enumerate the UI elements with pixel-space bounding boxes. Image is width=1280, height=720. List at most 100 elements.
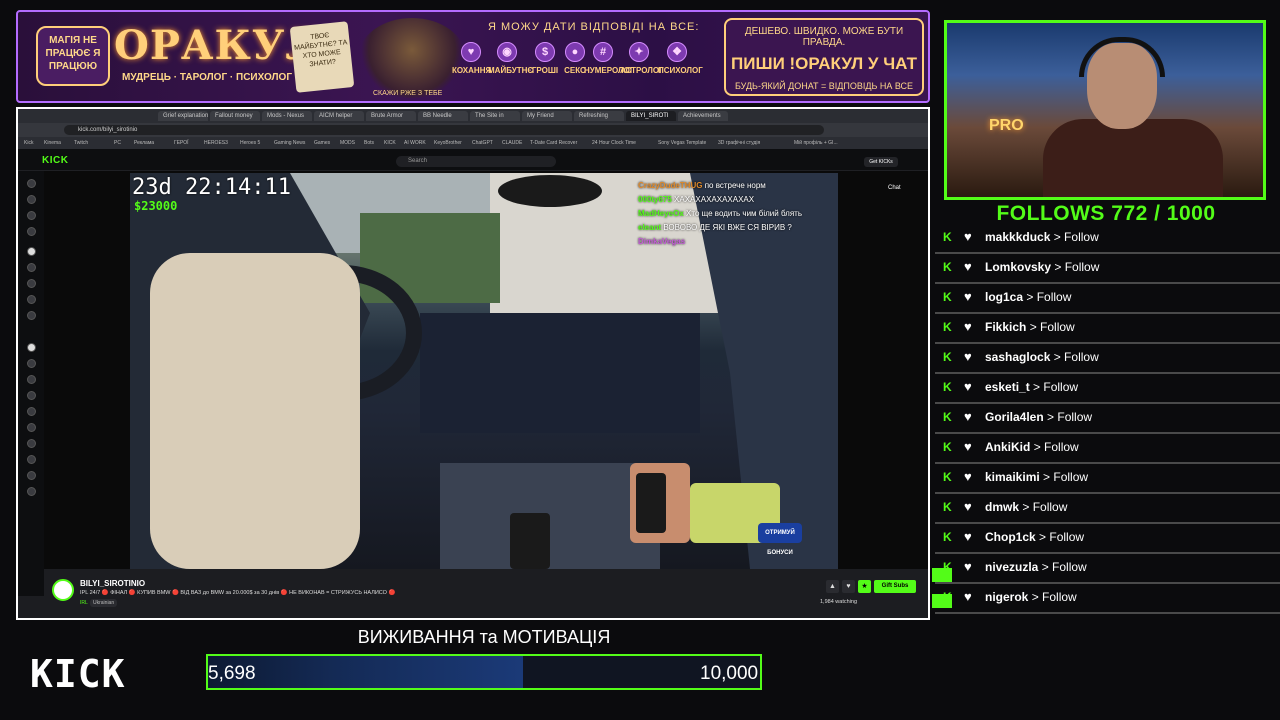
follow-alert-row: K ♥ log1ca > Follow	[935, 284, 1280, 314]
follow-alert-row: K ♥ nivezuzla > Follow	[935, 554, 1280, 584]
video-chat-line: MadHeyeOx Хто ще водить чим білий блять	[638, 209, 803, 218]
follow-heart-icon[interactable]: ♥	[842, 580, 855, 593]
wizard-caption: СКАЖИ РЖЕ З ТЕБЕ	[373, 90, 443, 97]
bookmark[interactable]: KeyoBrother	[434, 139, 462, 147]
sidebar-channel-avatar[interactable]	[27, 263, 36, 272]
bookmark[interactable]: MODS	[340, 139, 355, 147]
brain-icon: ❖	[667, 42, 687, 62]
bookmark[interactable]: AI WORK	[404, 139, 426, 147]
bookmark[interactable]: Реклама	[134, 139, 154, 147]
star-icon: ✦	[629, 42, 649, 62]
kick-icon: K	[943, 350, 952, 364]
sidebar-item[interactable]	[27, 227, 36, 236]
bookmark[interactable]: 24 Hour Clock Time	[592, 139, 636, 147]
heart-icon: ♥	[964, 259, 972, 274]
video-frame	[130, 173, 838, 569]
heart-icon: ♥	[964, 559, 972, 574]
browser-tab[interactable]: BB Needle	[418, 111, 468, 121]
browser-tab[interactable]: The Site in	[470, 111, 520, 121]
browser-tab[interactable]: Mods - Nexus	[262, 111, 312, 121]
browser-tab[interactable]: Fallout money	[210, 111, 260, 121]
sidebar-channel-avatar[interactable]	[27, 455, 36, 464]
follow-alert-row: K ♥ makkkduck > Follow	[935, 224, 1280, 254]
sidebar-channel-avatar[interactable]	[27, 311, 36, 320]
banner-cta: ДЕШЕВО. ШВИДКО. МОЖЕ БУТИ ПРАВДА. ПИШИ !…	[724, 18, 924, 96]
bookmark[interactable]: HEROES3	[204, 139, 228, 147]
kick-icon: K	[943, 500, 952, 514]
browser-tab[interactable]: Achievements	[678, 111, 728, 121]
sidebar-channel-avatar[interactable]	[27, 359, 36, 368]
browser-tab-active[interactable]: BILYI_SIROTI	[626, 111, 676, 121]
sidebar-channel-avatar[interactable]	[27, 279, 36, 288]
bookmark[interactable]: Twitch	[74, 139, 88, 147]
bookmark[interactable]: Heroes 5	[240, 139, 260, 147]
search-input[interactable]: Search	[396, 156, 556, 167]
bonus-overlay: ОТРИМУЙ БОНУСИ	[758, 523, 802, 556]
sidebar-item[interactable]	[27, 211, 36, 220]
stream-title: IPL 24/7 🔴 ФІНАЛ 🔴 КУПИВ BMW 🔴 ВІД ВАЗ д…	[80, 590, 396, 596]
bookmark[interactable]: Sony Vegas Template	[658, 139, 706, 147]
get-kicks-button[interactable]: Get KICKs	[864, 157, 898, 167]
headset	[1079, 37, 1165, 77]
bookmark[interactable]: T-Date Card Recover	[530, 139, 577, 147]
sidebar-channel-avatar[interactable]	[27, 439, 36, 448]
neon-sign: PRO	[989, 117, 1024, 134]
follow-alert-row: K ♥ dmwk > Follow	[935, 494, 1280, 524]
channel-name[interactable]: BILYI_SIROTINIO	[80, 579, 145, 588]
bookmark[interactable]: PC	[114, 139, 121, 147]
sidebar-item[interactable]	[27, 195, 36, 204]
green-accent	[932, 594, 952, 608]
bookmark[interactable]: Kinema	[44, 139, 61, 147]
money-icon: $	[535, 42, 555, 62]
sidebar-channel-avatar[interactable]	[27, 423, 36, 432]
heart-icon: ♥	[964, 589, 972, 604]
chat-toggle-button[interactable]: Chat	[888, 185, 901, 191]
kick-icon: K	[943, 530, 952, 544]
subscribe-icon[interactable]: ★	[858, 580, 871, 593]
sidebar-channel-avatar[interactable]	[27, 471, 36, 480]
bookmark[interactable]: KICK	[384, 139, 396, 147]
channel-avatar[interactable]	[52, 579, 74, 601]
video-player[interactable]	[130, 173, 838, 569]
goal-progress-bar	[206, 654, 762, 690]
bookmark[interactable]: Мій профіль + GI...	[794, 139, 838, 147]
bookmark[interactable]: 3D графічні студія	[718, 139, 760, 147]
browser-tab[interactable]: AICM helper	[314, 111, 364, 121]
sidebar-channel-avatar[interactable]	[27, 295, 36, 304]
bookmark[interactable]: Bots	[364, 139, 374, 147]
sidebar-channel-avatar[interactable]	[27, 487, 36, 496]
bookmark[interactable]: ГЕРОЇ	[174, 139, 189, 147]
browser-tab[interactable]: Brute Armor	[366, 111, 416, 121]
kick-icon: K	[943, 440, 952, 454]
bookmark[interactable]: Games	[314, 139, 330, 147]
streamer-body	[1043, 119, 1223, 197]
browser-tab[interactable]: Grief explanation	[158, 111, 208, 121]
browser-tab[interactable]: Refreshing	[574, 111, 624, 121]
sidebar-channel-avatar[interactable]	[27, 407, 36, 416]
video-chat-line: CrazyDudeTHUG по встрече норм	[638, 181, 766, 190]
video-timer: 23d 22:14:11	[132, 175, 291, 200]
browser-tab[interactable]: My Friend	[522, 111, 572, 121]
bookmark[interactable]: Kick	[24, 139, 33, 147]
bookmark[interactable]: ChatGPT	[472, 139, 493, 147]
sidebar-channel-avatar[interactable]	[27, 343, 36, 352]
numbers-icon: #	[593, 42, 613, 62]
bell-icon[interactable]: ▲	[826, 580, 839, 593]
category-tag[interactable]: IRL	[80, 600, 88, 606]
sidebar-channel-avatar[interactable]	[27, 247, 36, 256]
language-tag[interactable]: Ukrainian	[90, 599, 118, 607]
gift-subs-button[interactable]: Gift Subs	[874, 580, 916, 593]
kick-logo-link[interactable]: KICK	[42, 155, 68, 166]
bookmark[interactable]: CLAUDE	[502, 139, 522, 147]
address-bar-row: kick.com/bilyi_sirotinio	[18, 123, 928, 137]
bookmark[interactable]: Gaming News	[274, 139, 305, 147]
topic-future: ◉ МАЙБУТНЄ	[488, 42, 533, 75]
sidebar-channel-avatar[interactable]	[27, 375, 36, 384]
follow-alert-row: K ♥ sashaglock > Follow	[935, 344, 1280, 374]
crystal-ball-icon: ◉	[497, 42, 517, 62]
follow-alert-row: K ♥ Gorila4len > Follow	[935, 404, 1280, 434]
sidebar-channel-avatar[interactable]	[27, 391, 36, 400]
sidebar-item[interactable]	[27, 179, 36, 188]
url-field[interactable]: kick.com/bilyi_sirotinio	[64, 125, 824, 135]
video-chat-line: 000ty675 ХАХАХАХАХАХАХАХ	[638, 195, 755, 204]
